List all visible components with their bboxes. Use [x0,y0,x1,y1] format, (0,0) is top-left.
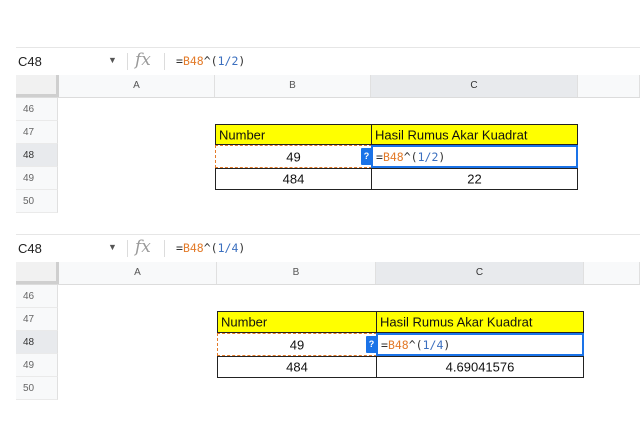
cell-formula-text: =B48^(1/4) [381,338,450,352]
cell-c48-editing[interactable]: =B48^(1/2) [371,145,578,168]
cell-b47[interactable]: Number [215,124,372,145]
name-box[interactable]: C48 [18,54,42,69]
cell-text: 4.69041576 [445,359,515,375]
formula-ref: B48 [387,337,409,352]
fx-icon: fx [135,50,151,70]
formula-op: ^ [408,337,416,352]
row-header-47[interactable]: 47 [16,121,58,144]
divider [164,53,165,70]
formula-num: 1/4 [217,241,239,255]
column-header-c[interactable]: C [376,262,584,284]
row-header-49[interactable]: 49 [16,354,58,377]
formula-paren: ) [438,149,446,164]
spreadsheet-panel-2: C48 ▼ fx =B48^(1/4) A B C 46 47 48 49 50… [16,234,640,408]
row-header-50[interactable]: 50 [16,190,58,213]
cell-b48[interactable]: 49 [217,333,377,356]
formula-bar: C48 ▼ fx =B48^(1/4) [16,234,640,263]
column-header-d[interactable] [578,75,640,97]
formula-eq: = [381,337,388,352]
formula-paren: ( [415,337,423,352]
chevron-down-icon[interactable]: ▼ [108,242,117,252]
formula-paren: ) [238,241,246,255]
column-header-a[interactable]: A [59,262,217,284]
column-header-row: A B C [16,75,640,98]
formula-paren: ( [410,149,418,164]
row-header-46[interactable]: 46 [16,285,58,308]
cell-text: Hasil Rumus Akar Kuadrat [375,127,528,142]
formula-num: 1/2 [217,54,239,68]
formula-ref: B48 [182,54,204,68]
column-header-b[interactable]: B [215,75,371,97]
formula-paren: ) [443,337,451,352]
cell-text: 484 [286,359,308,375]
cell-b49[interactable]: 484 [215,168,372,190]
row-header-46[interactable]: 46 [16,98,58,121]
column-header-b[interactable]: B [217,262,376,284]
cell-text: Hasil Rumus Akar Kuadrat [380,314,533,330]
column-header-d[interactable] [584,262,640,284]
row-header-48[interactable]: 48 [16,144,58,167]
cell-b47[interactable]: Number [217,311,377,333]
formula-num: 1/4 [422,337,444,352]
select-all-corner[interactable] [16,262,59,284]
formula-op: ^ [203,241,211,255]
cell-c47[interactable]: Hasil Rumus Akar Kuadrat [376,311,584,333]
formula-bar: C48 ▼ fx =B48^(1/2) [16,47,640,76]
cell-b48[interactable]: 49 [215,145,372,168]
row-header-48[interactable]: 48 [16,331,58,354]
cell-text: 49 [286,149,301,164]
formula-paren: ) [238,54,246,68]
chevron-down-icon[interactable]: ▼ [108,55,117,65]
divider [164,240,165,257]
formula-op: ^ [403,149,411,164]
cell-c49[interactable]: 22 [371,168,578,190]
row-header-50[interactable]: 50 [16,377,58,400]
cell-text: Number [219,127,266,142]
cell-text: Number [221,314,268,330]
formula-ref: B48 [182,241,204,255]
formula-eq: = [176,54,183,68]
cell-b49[interactable]: 484 [217,356,377,378]
formula-input[interactable]: =B48^(1/4) [176,241,245,255]
fx-icon: fx [135,237,151,257]
formula-paren: ( [210,54,218,68]
formula-op: ^ [203,54,211,68]
formula-eq: = [176,241,183,255]
row-header-47[interactable]: 47 [16,308,58,331]
cell-c47[interactable]: Hasil Rumus Akar Kuadrat [371,124,578,145]
formula-eq: = [376,149,383,164]
name-box[interactable]: C48 [18,241,42,256]
cell-c48-editing[interactable]: =B48^(1/4) [376,333,584,356]
column-header-a[interactable]: A [59,75,215,97]
cell-text: 49 [289,337,305,352]
formula-input[interactable]: =B48^(1/2) [176,54,245,68]
row-header-49[interactable]: 49 [16,167,58,190]
divider [127,53,128,70]
divider [127,240,128,257]
formula-ref: B48 [382,149,404,164]
formula-num: 1/2 [417,149,439,164]
column-header-c[interactable]: C [371,75,578,97]
cell-formula-text: =B48^(1/2) [376,150,445,164]
column-header-row: A B C [16,262,640,285]
select-all-corner[interactable] [16,75,59,97]
cell-c49[interactable]: 4.69041576 [376,356,584,378]
cell-text: 484 [282,171,305,187]
cell-text: 22 [467,171,482,187]
spreadsheet-panel-1: C48 ▼ fx =B48^(1/2) A B C 46 47 48 49 50… [16,47,640,213]
formula-paren: ( [210,241,218,255]
